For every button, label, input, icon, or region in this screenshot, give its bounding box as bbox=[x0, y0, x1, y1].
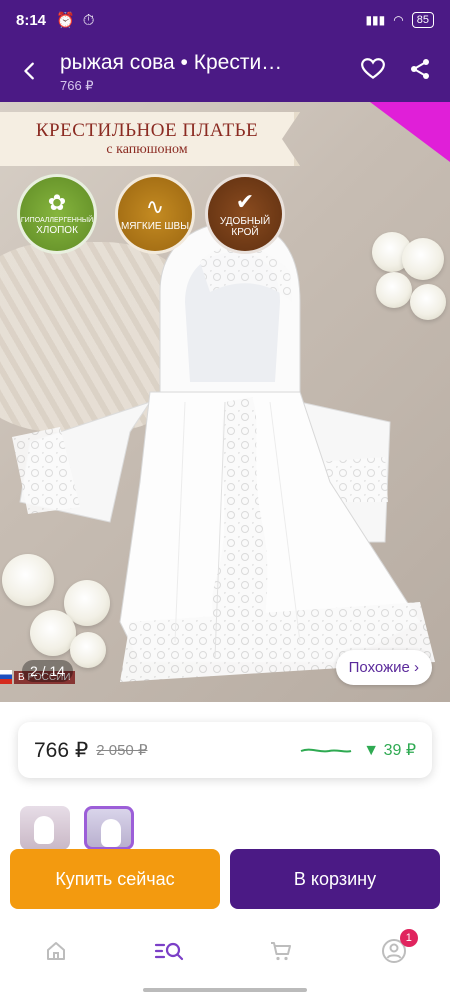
signal-icon: ▮▮▮ bbox=[365, 13, 386, 27]
heart-icon bbox=[361, 57, 385, 79]
status-bar: 8:14 ⏰ ⏱ ▮▮▮ ◠ 85 bbox=[0, 0, 450, 40]
cotton-icon: ✿ bbox=[47, 190, 67, 215]
back-arrow-icon bbox=[24, 62, 34, 80]
nav-catalog-search[interactable] bbox=[149, 931, 189, 971]
back-button[interactable] bbox=[0, 40, 60, 102]
product-banner: КРЕСТИЛЬНОЕ ПЛАТЬЕ с капюшоном bbox=[0, 112, 300, 166]
check-icon: ✔ bbox=[235, 188, 255, 214]
buy-now-button[interactable]: Купить сейчас bbox=[10, 849, 220, 909]
thumbnail-image bbox=[34, 816, 54, 844]
badge-soft-seams-label: МЯГКИЕ ШВЫ bbox=[120, 221, 190, 232]
add-to-cart-button[interactable]: В корзину bbox=[230, 849, 440, 909]
title-block: рыжая сова • Крести… 766 ₽ bbox=[60, 49, 360, 94]
badge-cotton-line2: ХЛОПОК bbox=[36, 225, 78, 236]
badge-soft-seams: ∿ МЯГКИЕ ШВЫ bbox=[115, 174, 195, 254]
nav-profile[interactable]: 1 bbox=[374, 929, 418, 971]
price-history-sparkline bbox=[300, 748, 352, 753]
nav-home[interactable] bbox=[36, 931, 76, 971]
clock-icon: ⏱ bbox=[82, 11, 95, 29]
catalog-search-icon bbox=[154, 942, 183, 961]
product-image-gallery[interactable]: КРЕСТИЛЬНОЕ ПЛАТЬЕ с капюшоном ✿ ГИПОАЛЛ… bbox=[0, 102, 450, 702]
current-price: 766 ₽ bbox=[34, 738, 89, 762]
old-price: 2 050 ₽ bbox=[96, 742, 148, 759]
status-right: ▮▮▮ ◠ 85 bbox=[365, 12, 434, 28]
badge-comfortable-cut: ✔ УДОБНЫЙ КРОЙ bbox=[205, 174, 285, 254]
image-counter: 2 / 14 bbox=[22, 660, 74, 682]
stitch-icon: ∿ bbox=[145, 194, 165, 219]
page-title: рыжая сова • Крести… bbox=[60, 50, 283, 74]
price-card[interactable]: 766 ₽ 2 050 ₽ ▼ 39 ₽ bbox=[18, 722, 432, 778]
similar-button[interactable]: Похожие › bbox=[335, 650, 432, 685]
profile-notification-badge: 1 bbox=[399, 929, 418, 947]
share-icon bbox=[411, 58, 429, 79]
wifi-icon: ◠ bbox=[393, 13, 404, 27]
cart-icon bbox=[271, 942, 292, 961]
badge-cotton: ✿ ГИПОАЛЛЕРГЕННЫЙ ХЛОПОК bbox=[17, 174, 97, 254]
russia-flag-icon bbox=[0, 670, 12, 684]
share-button[interactable] bbox=[408, 57, 432, 86]
status-icons-left: ⏰ ⏱ bbox=[56, 11, 95, 30]
favorite-button[interactable] bbox=[360, 56, 386, 87]
thumbnail[interactable] bbox=[20, 806, 70, 850]
status-time: 8:14 bbox=[16, 11, 47, 29]
app-bar: рыжая сова • Крести… 766 ₽ bbox=[0, 40, 450, 102]
thumbnail-image bbox=[101, 819, 121, 847]
battery-indicator: 85 bbox=[411, 12, 434, 28]
page-subtitle-price: 766 ₽ bbox=[60, 77, 94, 93]
banner-subtitle: с капюшоном bbox=[106, 142, 188, 157]
badge-comfortable-cut-label: УДОБНЫЙ КРОЙ bbox=[219, 215, 271, 238]
nav-cart[interactable] bbox=[261, 931, 301, 971]
price-drop: ▼ 39 ₽ bbox=[363, 742, 416, 759]
home-icon bbox=[47, 942, 66, 960]
bottom-nav: 1 bbox=[0, 920, 450, 982]
badge-cotton-line1: ГИПОАЛЛЕРГЕННЫЙ bbox=[20, 217, 94, 224]
alarm-icon: ⏰ bbox=[56, 12, 75, 29]
banner-title: КРЕСТИЛЬНОЕ ПЛАТЬЕ bbox=[35, 120, 259, 141]
app-actions bbox=[360, 56, 450, 87]
thumbnail-strip bbox=[20, 806, 134, 850]
thumbnail-active[interactable] bbox=[84, 806, 134, 850]
home-indicator bbox=[143, 988, 307, 992]
